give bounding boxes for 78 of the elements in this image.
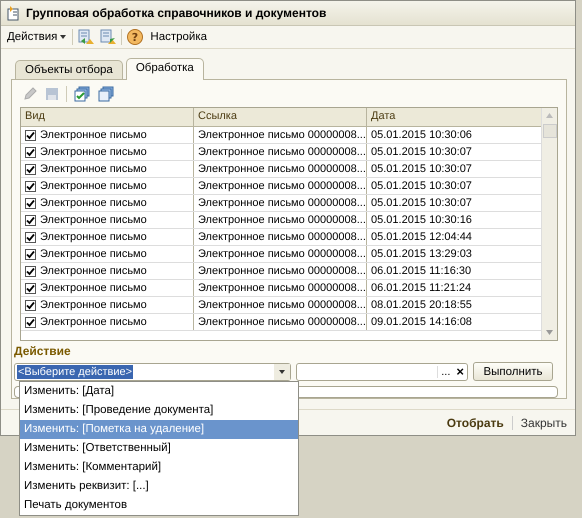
table-cell-text: Электронное письмо [40,128,147,143]
column-header[interactable]: Ссылка [194,108,367,126]
form-icon [5,5,21,21]
table-cell-text: 08.01.2015 20:18:55 [370,298,473,313]
table-cell: Электронное письмо 00000008... [194,144,367,160]
document-arrow-icon[interactable] [99,28,118,46]
table-cell: Электронное письмо 00000008... [194,246,367,262]
action-select[interactable]: <Выберите действие> [14,362,291,380]
table-cell: Электронное письмо 00000008... [194,178,367,194]
run-button[interactable]: Выполнить [473,362,553,381]
table-cell-text: 05.01.2015 10:30:07 [370,145,473,160]
check-all-icon[interactable] [73,86,91,102]
dropdown-option[interactable]: Изменить: [Дата] [20,382,298,401]
checkbox[interactable] [25,130,36,140]
table-cell: Электронное письмо 00000008... [194,161,367,177]
table-cell-text: Электронное письмо [40,213,147,228]
uncheck-all-icon[interactable] [97,86,115,102]
dropdown-option[interactable]: Изменить: [Комментарий] [20,458,298,477]
table-cell-text: 05.01.2015 10:30:07 [370,179,473,194]
table-cell: Электронное письмо 00000008... [194,229,367,245]
column-header[interactable]: Дата [367,108,541,126]
checkbox[interactable] [25,232,36,242]
clear-button[interactable]: × [453,364,467,378]
table-cell-text: Электронное письмо [40,230,147,245]
table-cell-text: Электронное письмо [40,162,147,177]
table-cell: Электронное письмо 00000008... [194,263,367,279]
table-cell: Электронное письмо 00000008... [194,212,367,228]
checkbox[interactable] [25,316,36,328]
table-cell-text: 06.01.2015 11:21:24 [370,281,472,296]
window-title: Групповая обработка справочников и документов [26,6,326,20]
checkbox[interactable] [25,164,36,174]
table-cell: Электронное письмо 00000008... [194,195,367,211]
close-button[interactable]: Закрыть [518,416,569,430]
tab[interactable]: Объекты отбора [15,60,123,79]
table-cell-text: 05.01.2015 10:30:06 [370,128,473,143]
table-cell: Электронное письмо 00000008... [194,280,367,296]
document-arrow-icon[interactable] [77,28,96,46]
checkbox[interactable] [25,248,36,260]
table-cell: Электронное письмо 00000008... [194,127,367,143]
checkbox[interactable] [25,146,36,158]
table-cell-text: Электронное письмо [40,264,147,279]
checkbox[interactable] [25,300,36,310]
checkbox[interactable] [25,282,36,294]
table-cell-text: 05.01.2015 12:04:44 [370,230,473,245]
choose-button[interactable]: ... [437,366,454,378]
table-cell-text: Электронное письмо [40,281,147,296]
value-field[interactable]: ... × [296,362,468,380]
help-icon[interactable]: ? [126,28,144,46]
table-cell-text: Электронное письмо [40,145,147,160]
scrollbar[interactable] [541,108,557,340]
dropdown-option[interactable]: Изменить: [Проведение документа] [20,401,298,420]
table-cell: Электронное письмо 00000008... [194,297,367,313]
table-cell-text: 09.01.2015 14:16:08 [370,315,473,330]
dropdown-option[interactable]: Изменить реквизит: [...] [20,477,298,496]
checkbox[interactable] [25,198,36,208]
table-cell-text: Электронное письмо [40,196,147,211]
table-cell-text: Электронное письмо [40,247,147,262]
table-cell-text: Электронное письмо [40,315,147,330]
tab[interactable]: Обработка [126,58,204,80]
table-cell-text: 05.01.2015 10:30:16 [370,213,473,228]
scroll-thumb[interactable] [542,124,556,138]
select-button[interactable]: Отобрать [444,416,506,430]
table-cell-text: 05.01.2015 10:30:07 [370,196,473,211]
checkbox[interactable] [25,266,36,276]
dropdown-option[interactable]: Изменить: [Ответственный] [20,439,298,458]
section-label: Действие [14,344,72,358]
table-cell-text: 05.01.2015 10:30:07 [370,162,473,177]
table-cell-text: Электронное письмо [40,298,147,313]
column-header[interactable]: Вид [21,108,194,126]
settings-button[interactable]: Настройка [148,31,210,43]
table-cell: Электронное письмо 00000008... [194,314,367,330]
actions-menu-button[interactable]: Действия [5,31,68,43]
dropdown-option[interactable]: Печать документов [20,496,298,515]
checkbox[interactable] [25,214,36,226]
table-cell-text: 06.01.2015 11:16:30 [370,264,472,279]
table-cell-text: 05.01.2015 13:29:03 [370,247,473,262]
table-cell-text: Электронное письмо [40,179,147,194]
checkbox[interactable] [25,180,36,192]
